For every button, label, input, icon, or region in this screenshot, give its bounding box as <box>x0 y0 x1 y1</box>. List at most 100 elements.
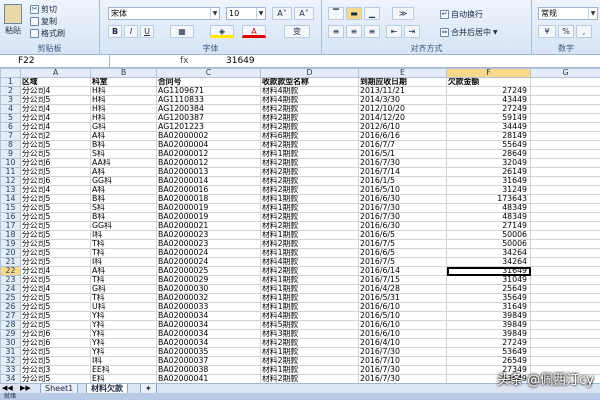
cell[interactable] <box>530 149 600 159</box>
tab-nav-next-icon[interactable]: ▶▶ <box>20 384 31 392</box>
cell[interactable]: 2016/5/10 <box>358 311 447 321</box>
cell[interactable]: 32049 <box>446 158 531 168</box>
cell[interactable]: A科 <box>90 185 157 195</box>
cell[interactable]: 2016/7/14 <box>358 167 447 177</box>
cell[interactable]: 27249 <box>446 104 531 114</box>
cell[interactable]: B科 <box>90 212 157 222</box>
cell[interactable]: BA02000032 <box>156 293 261 303</box>
cell[interactable]: 2016/6/5 <box>358 230 447 240</box>
cell[interactable]: 材料2期款 <box>260 113 359 123</box>
cell[interactable]: 区域 <box>20 77 91 87</box>
cell[interactable]: AG1201223 <box>156 122 261 132</box>
align-bottom-button[interactable]: ▁ <box>364 7 380 20</box>
cell[interactable] <box>530 95 600 105</box>
cell[interactable]: B科 <box>90 194 157 204</box>
cell[interactable]: 48349 <box>446 203 531 213</box>
cell[interactable] <box>530 122 600 132</box>
cell[interactable]: T科 <box>90 248 157 258</box>
row-header[interactable]: 13 <box>0 185 21 195</box>
row-header[interactable]: 16 <box>0 212 21 222</box>
cell[interactable]: 分公司5 <box>20 194 91 204</box>
cell[interactable]: AG1200384 <box>156 104 261 114</box>
cell[interactable]: 2016/6/10 <box>358 302 447 312</box>
decrease-indent-button[interactable]: ⇤ <box>386 25 402 38</box>
row-header[interactable]: 20 <box>0 248 21 258</box>
cell[interactable]: 分公司5 <box>20 311 91 321</box>
cell[interactable]: 39849 <box>446 320 531 330</box>
row-header[interactable]: 1 <box>0 77 21 87</box>
cell[interactable]: E科 <box>90 374 157 383</box>
cell[interactable]: 27149 <box>446 221 531 231</box>
cell[interactable] <box>530 284 600 294</box>
row-header[interactable]: 12 <box>0 176 21 186</box>
cell[interactable] <box>530 275 600 285</box>
grow-font-button[interactable]: A˄ <box>272 7 292 20</box>
cell[interactable]: 分公司5 <box>20 356 91 366</box>
cell[interactable]: BA02000018 <box>156 194 261 204</box>
column-header-b[interactable]: B <box>90 68 157 78</box>
align-right-button[interactable]: ≡ <box>364 25 380 38</box>
cell[interactable]: 2016/1/5 <box>358 176 447 186</box>
cell[interactable]: 2016/6/16 <box>358 131 447 141</box>
cell[interactable]: 材料2期款 <box>260 185 359 195</box>
cell[interactable]: BA02000019 <box>156 203 261 213</box>
cell[interactable]: BA02000034 <box>156 329 261 339</box>
row-header[interactable]: 34 <box>0 374 21 383</box>
row-header[interactable]: 3 <box>0 95 21 105</box>
cell[interactable]: 39849 <box>446 311 531 321</box>
font-color-button[interactable]: A <box>242 25 266 38</box>
cell[interactable]: S科 <box>90 149 157 159</box>
row-header[interactable]: 26 <box>0 302 21 312</box>
cell[interactable]: BA02000012 <box>156 149 261 159</box>
row-header[interactable]: 7 <box>0 131 21 141</box>
row-header[interactable]: 5 <box>0 113 21 123</box>
cell[interactable]: 34264 <box>446 248 531 258</box>
cell[interactable]: A科 <box>90 131 157 141</box>
cell[interactable]: 分公司6 <box>20 176 91 186</box>
cell[interactable]: 合同号 <box>156 77 261 87</box>
cell[interactable]: 2016/6/10 <box>358 329 447 339</box>
cell[interactable]: T科 <box>90 239 157 249</box>
cell[interactable]: 2016/7/30 <box>358 203 447 213</box>
cell[interactable]: 欠款金额 <box>446 77 531 87</box>
font-name-select[interactable]: 宋体 ▼ <box>108 7 220 20</box>
cell[interactable]: 材料2期款 <box>260 239 359 249</box>
cell[interactable]: 35649 <box>446 293 531 303</box>
shrink-font-button[interactable]: A˅ <box>294 7 314 20</box>
cell[interactable]: 2016/6/30 <box>358 221 447 231</box>
row-header[interactable]: 23 <box>0 275 21 285</box>
cell[interactable]: BA02000025 <box>156 266 261 276</box>
cell[interactable]: BA02000038 <box>156 365 261 375</box>
cell[interactable]: BA02000012 <box>156 158 261 168</box>
row-header[interactable]: 8 <box>0 140 21 150</box>
cell[interactable] <box>530 77 600 87</box>
cell[interactable]: U科 <box>90 302 157 312</box>
cell[interactable]: 材料2期款 <box>260 338 359 348</box>
cell[interactable] <box>530 185 600 195</box>
cell[interactable]: Y科 <box>90 347 157 357</box>
cell[interactable]: 2012/6/10 <box>358 122 447 132</box>
cell[interactable] <box>530 248 600 258</box>
cell[interactable]: 43449 <box>446 95 531 105</box>
chevron-down-icon[interactable]: ▼ <box>210 8 219 19</box>
cell[interactable]: H科 <box>90 95 157 105</box>
cell[interactable]: A科 <box>90 167 157 177</box>
border-button[interactable]: ▦ <box>170 25 194 38</box>
cell[interactable]: 材料1期款 <box>260 284 359 294</box>
cell[interactable] <box>530 356 600 366</box>
cell[interactable] <box>530 212 600 222</box>
chevron-down-icon[interactable]: ▼ <box>588 8 597 19</box>
cell[interactable]: 材料1期款 <box>260 194 359 204</box>
comma-button[interactable]: , <box>576 25 592 38</box>
cell[interactable]: 材料1期款 <box>260 347 359 357</box>
cell[interactable]: 2016/5/31 <box>358 293 447 303</box>
cell[interactable]: 分公司4 <box>20 86 91 96</box>
cell[interactable]: BA02000034 <box>156 320 261 330</box>
cell[interactable]: 分公司6 <box>20 329 91 339</box>
format-painter-button[interactable]: 格式刷 <box>30 28 65 39</box>
cell[interactable]: 材料1期款 <box>260 275 359 285</box>
cell[interactable] <box>530 176 600 186</box>
cell[interactable]: AG1200387 <box>156 113 261 123</box>
cell[interactable]: T科 <box>90 293 157 303</box>
cell[interactable] <box>530 320 600 330</box>
